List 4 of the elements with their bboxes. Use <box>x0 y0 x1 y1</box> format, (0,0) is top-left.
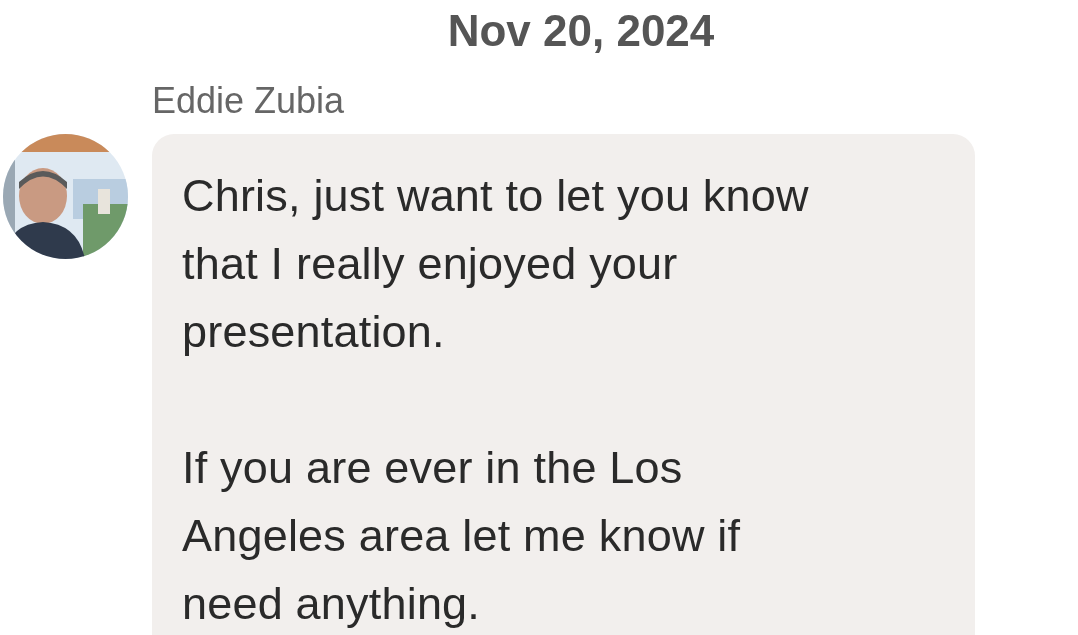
message-text: Chris, just want to let you know that I really enjoyed your presentation. <box>182 169 810 359</box>
sender-name: Eddie Zubia <box>152 80 346 122</box>
date-header: Nov 20, 2024 <box>447 6 715 56</box>
message-text: If you are ever in the Los Angeles area let me know if need anything. <box>182 441 742 631</box>
